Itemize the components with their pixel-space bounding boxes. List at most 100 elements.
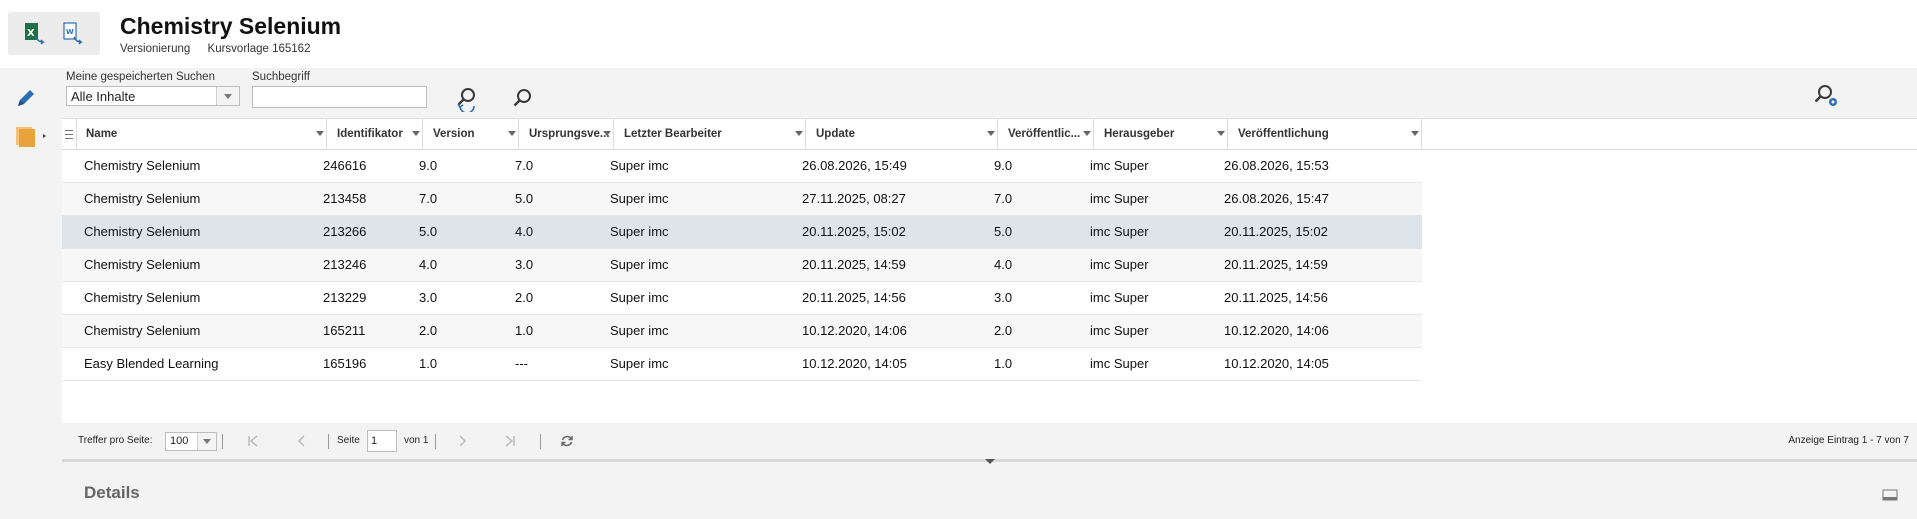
cell-name: Chemistry Selenium xyxy=(84,290,201,305)
table-row[interactable]: Chemistry Selenium 213266 5.0 4.0 Super imc 2… xyxy=(62,216,1422,249)
column-header-publisher[interactable]: Herausgeber xyxy=(1094,119,1228,150)
folders-icon[interactable] xyxy=(14,123,48,154)
column-label: Update xyxy=(816,128,855,140)
column-header-name[interactable]: Name xyxy=(76,119,327,150)
column-dropdown-icon[interactable] xyxy=(508,131,516,136)
cell-version: 4.0 xyxy=(419,257,438,272)
cell-identifier: 213246 xyxy=(323,257,367,272)
cell-update: 26.08.2026, 15:49 xyxy=(802,158,907,173)
table-row[interactable]: Chemistry Selenium 246616 9.0 7.0 Super imc 2… xyxy=(62,150,1422,183)
cell-published-version: 4.0 xyxy=(994,257,1013,272)
excel-export-icon[interactable]: X xyxy=(22,21,48,47)
column-label: Ursprungsve... xyxy=(529,128,610,140)
last-page-icon[interactable] xyxy=(504,434,516,453)
cell-publication: 20.11.2025, 14:56 xyxy=(1224,290,1328,305)
cell-published-version: 2.0 xyxy=(994,323,1013,338)
svg-text:W: W xyxy=(66,28,74,36)
column-dropdown-icon[interactable] xyxy=(1411,131,1419,136)
column-menu-handle[interactable] xyxy=(62,119,77,150)
cell-last-editor: Super imc xyxy=(610,290,669,305)
cell-published-version: 1.0 xyxy=(994,356,1013,371)
column-label: Veröffentlichung xyxy=(1238,128,1329,140)
saved-search-label: Meine gespeicherten Suchen xyxy=(66,71,215,83)
panel-toggle-icon[interactable] xyxy=(1882,488,1898,507)
column-header-last-editor[interactable]: Letzter Bearbeiter xyxy=(614,119,806,150)
cell-identifier: 165196 xyxy=(323,356,367,371)
table-row[interactable]: Chemistry Selenium 213246 4.0 3.0 Super imc 2… xyxy=(62,249,1422,282)
column-dropdown-icon[interactable] xyxy=(1217,131,1225,136)
column-label: Identifikator xyxy=(337,128,403,140)
column-label: Herausgeber xyxy=(1104,128,1175,140)
cell-published-version: 7.0 xyxy=(994,191,1013,206)
table-row[interactable]: Chemistry Selenium 213229 3.0 2.0 Super imc 2… xyxy=(62,282,1422,315)
breadcrumb-item[interactable]: Versionierung xyxy=(120,43,190,55)
results-table: Name Identifikator Version Ursprungsve..… xyxy=(62,118,1917,423)
chevron-down-icon[interactable] xyxy=(197,433,216,450)
column-dropdown-icon[interactable] xyxy=(987,131,995,136)
chevron-down-icon[interactable] xyxy=(216,87,239,105)
cell-publication: 20.11.2025, 14:59 xyxy=(1224,257,1328,272)
cell-version: 1.0 xyxy=(419,356,438,371)
panel-splitter-handle[interactable] xyxy=(985,459,995,464)
table-row[interactable]: Easy Blended Learning 165196 1.0 --- Super i… xyxy=(62,348,1422,381)
cell-publication: 26.08.2026, 15:53 xyxy=(1224,158,1329,173)
table-row[interactable]: Chemistry Selenium 165211 2.0 1.0 Super imc 1… xyxy=(62,315,1422,348)
column-header-published-version[interactable]: Veröffentlic... xyxy=(998,119,1094,150)
column-dropdown-icon[interactable] xyxy=(316,131,324,136)
cell-publication: 10.12.2020, 14:06 xyxy=(1224,323,1329,338)
cell-origin-version: 2.0 xyxy=(515,290,534,305)
column-dropdown-icon[interactable] xyxy=(795,131,803,136)
page-label: Seite xyxy=(337,435,360,446)
column-dropdown-icon[interactable] xyxy=(603,131,611,136)
search-term-label: Suchbegriff xyxy=(252,71,310,83)
column-header-origin-version[interactable]: Ursprungsve... xyxy=(519,119,614,150)
cell-version: 3.0 xyxy=(419,290,438,305)
cell-last-editor: Super imc xyxy=(610,356,669,371)
per-page-value: 100 xyxy=(170,435,189,447)
page-number-input[interactable]: 1 xyxy=(367,430,397,452)
cell-origin-version: 4.0 xyxy=(515,224,534,239)
breadcrumb: Versionierung Kursvorlage 165162 xyxy=(120,43,310,55)
cell-publication: 10.12.2020, 14:05 xyxy=(1224,356,1329,371)
export-toolbar: X W xyxy=(8,12,100,55)
search-icon[interactable] xyxy=(510,86,536,117)
breadcrumb-item[interactable]: Kursvorlage 165162 xyxy=(208,43,311,55)
saved-search-value: Alle Inhalte xyxy=(71,89,136,104)
column-header-version[interactable]: Version xyxy=(423,119,519,150)
per-page-select[interactable]: 100 xyxy=(165,432,217,451)
cell-origin-version: 7.0 xyxy=(515,158,534,173)
column-dropdown-icon[interactable] xyxy=(412,131,420,136)
cell-publisher: imc Super xyxy=(1090,257,1149,272)
divider xyxy=(328,434,329,449)
cell-update: 20.11.2025, 14:59 xyxy=(802,257,906,272)
cell-published-version: 3.0 xyxy=(994,290,1013,305)
saved-search-select[interactable]: Alle Inhalte xyxy=(66,86,240,106)
cell-publisher: imc Super xyxy=(1090,191,1149,206)
cell-publisher: imc Super xyxy=(1090,323,1149,338)
column-header-publication[interactable]: Veröffentlichung xyxy=(1228,119,1422,150)
first-page-icon[interactable] xyxy=(247,434,259,453)
refresh-icon[interactable] xyxy=(560,434,574,453)
previous-page-icon[interactable] xyxy=(296,434,306,453)
cell-published-version: 5.0 xyxy=(994,224,1013,239)
cell-published-version: 9.0 xyxy=(994,158,1013,173)
next-page-icon[interactable] xyxy=(458,434,468,453)
cell-name: Easy Blended Learning xyxy=(84,356,219,371)
cell-origin-version: --- xyxy=(515,356,528,371)
cell-name: Chemistry Selenium xyxy=(84,191,201,206)
divider xyxy=(540,434,541,449)
cell-name: Chemistry Selenium xyxy=(84,323,201,338)
word-export-icon[interactable]: W xyxy=(60,21,86,47)
column-header-update[interactable]: Update xyxy=(806,119,998,150)
search-settings-icon[interactable] xyxy=(1812,82,1840,115)
search-input[interactable] xyxy=(252,86,427,108)
cell-update: 10.12.2020, 14:05 xyxy=(802,356,907,371)
cell-last-editor: Super imc xyxy=(610,158,669,173)
cell-version: 9.0 xyxy=(419,158,438,173)
column-header-identifier[interactable]: Identifikator xyxy=(327,119,423,150)
pencil-icon[interactable] xyxy=(14,86,38,115)
page-title: Chemistry Selenium xyxy=(120,13,342,39)
reset-search-icon[interactable] xyxy=(454,86,480,117)
table-row[interactable]: Chemistry Selenium 213458 7.0 5.0 Super imc 2… xyxy=(62,183,1422,216)
column-dropdown-icon[interactable] xyxy=(1083,131,1091,136)
